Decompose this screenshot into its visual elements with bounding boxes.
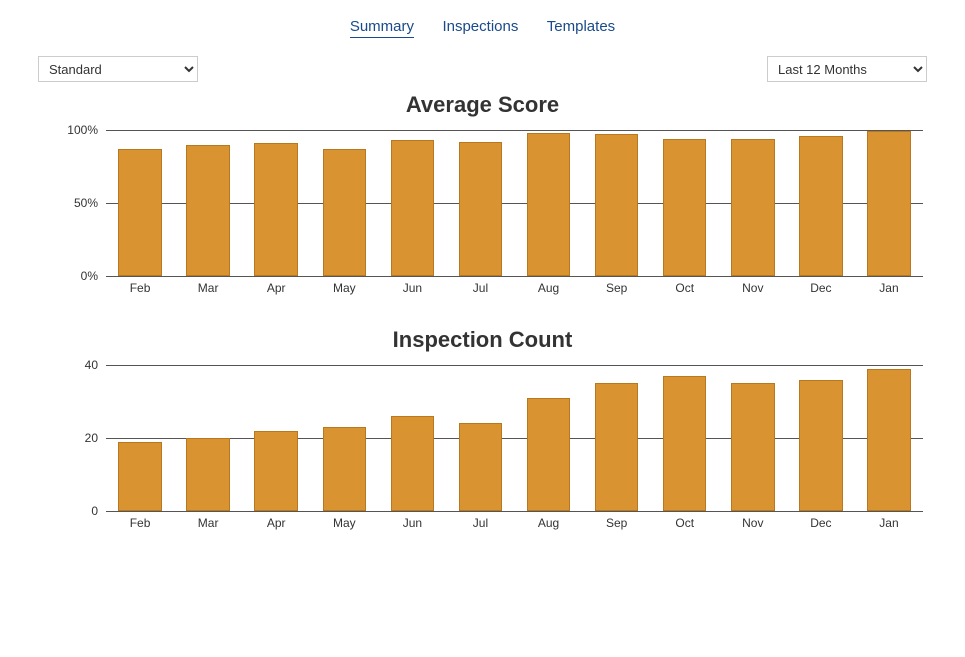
bar-slot [242, 365, 310, 511]
bar-slot [787, 130, 855, 276]
bar-slot [446, 365, 514, 511]
x-tick-label: Jan [879, 516, 898, 530]
bar [459, 423, 503, 511]
bar [663, 139, 707, 276]
bar-slot [583, 130, 651, 276]
bar-slot [378, 130, 446, 276]
x-tick-label: May [333, 281, 356, 295]
tab-summary[interactable]: Summary [350, 18, 414, 38]
bar [731, 139, 775, 276]
bar [323, 427, 367, 511]
bar [663, 376, 707, 511]
y-tick-label: 40 [48, 358, 98, 372]
bar-slot [787, 365, 855, 511]
type-select[interactable]: Standard [38, 56, 198, 82]
chart-average-score: Average Score 0%50%100% FebMarAprMayJunJ… [38, 92, 927, 299]
bar-slot [719, 130, 787, 276]
y-tick-label: 0% [48, 269, 98, 283]
bar-slot [515, 365, 583, 511]
bar [527, 398, 571, 511]
bar-slot [855, 130, 923, 276]
x-tick-label: Dec [810, 516, 831, 530]
x-tick-label: Nov [742, 281, 763, 295]
bar-slot [242, 130, 310, 276]
tabs-nav: Summary Inspections Templates [38, 18, 927, 38]
x-tick-label: Oct [675, 281, 694, 295]
bar-slot [310, 365, 378, 511]
bar [254, 143, 298, 276]
x-tick-label: Jun [403, 281, 422, 295]
x-tick-label: Nov [742, 516, 763, 530]
x-tick-label: Apr [267, 281, 286, 295]
bar [799, 380, 843, 511]
x-tick-label: Aug [538, 281, 559, 295]
bar [391, 140, 435, 276]
x-tick-label: Oct [675, 516, 694, 530]
chart-title: Inspection Count [38, 327, 927, 353]
bar [186, 145, 230, 276]
bar [595, 134, 639, 276]
chart-frame: 02040 FebMarAprMayJunJulAugSepOctNovDecJ… [48, 359, 927, 534]
bar-slot [651, 130, 719, 276]
x-tick-label: Jun [403, 516, 422, 530]
x-tick-label: Dec [810, 281, 831, 295]
x-tick-label: Mar [198, 516, 219, 530]
x-tick-label: Jan [879, 281, 898, 295]
bar-slot [515, 130, 583, 276]
bar [391, 416, 435, 511]
x-tick-label: May [333, 516, 356, 530]
y-tick-label: 20 [48, 431, 98, 445]
bar-slot [719, 365, 787, 511]
bars [106, 130, 923, 276]
tab-inspections[interactable]: Inspections [442, 18, 518, 37]
bar-slot [106, 365, 174, 511]
bar-slot [378, 365, 446, 511]
x-tick-label: Mar [198, 281, 219, 295]
range-select[interactable]: Last 12 Months [767, 56, 927, 82]
x-axis-labels: Feb Mar Apr May Jun Jul Aug Sep Oct Nov Dec Jan [106, 514, 923, 534]
x-tick-label: Sep [606, 516, 627, 530]
bars [106, 365, 923, 511]
bar-slot [855, 365, 923, 511]
y-tick-label: 0 [48, 504, 98, 518]
x-tick-label: Jul [473, 516, 488, 530]
bar [459, 142, 503, 276]
x-tick-label: Feb [130, 516, 151, 530]
bar-slot [174, 130, 242, 276]
bar [323, 149, 367, 276]
bar [595, 383, 639, 511]
y-tick-label: 100% [48, 123, 98, 137]
x-tick-label: Jul [473, 281, 488, 295]
controls-row: Standard Last 12 Months [38, 56, 927, 82]
bar [254, 431, 298, 511]
x-tick-label: Aug [538, 516, 559, 530]
bar-slot [174, 365, 242, 511]
bar-slot [310, 130, 378, 276]
bar-slot [651, 365, 719, 511]
x-tick-label: Apr [267, 516, 286, 530]
bar [118, 442, 162, 511]
y-tick-label: 50% [48, 196, 98, 210]
bar [867, 131, 911, 276]
bar-slot [583, 365, 651, 511]
tab-templates[interactable]: Templates [547, 18, 615, 37]
page-root: Summary Inspections Templates Standard L… [0, 0, 965, 657]
plot-area: 0%50%100% [106, 130, 923, 277]
chart-inspection-count: Inspection Count 02040 FebMarAprMayJunJu… [38, 327, 927, 534]
plot-area: 02040 [106, 365, 923, 512]
bar [731, 383, 775, 511]
bar [186, 438, 230, 511]
chart-frame: 0%50%100% FebMarAprMayJunJulAugSepOctNov… [48, 124, 927, 299]
bar [527, 133, 571, 276]
bar [799, 136, 843, 276]
x-tick-label: Sep [606, 281, 627, 295]
bar [118, 149, 162, 276]
chart-title: Average Score [38, 92, 927, 118]
bar-slot [446, 130, 514, 276]
bar [867, 369, 911, 511]
bar-slot [106, 130, 174, 276]
x-tick-label: Feb [130, 281, 151, 295]
x-axis-labels: Feb Mar Apr May Jun Jul Aug Sep Oct Nov Dec Jan [106, 279, 923, 299]
